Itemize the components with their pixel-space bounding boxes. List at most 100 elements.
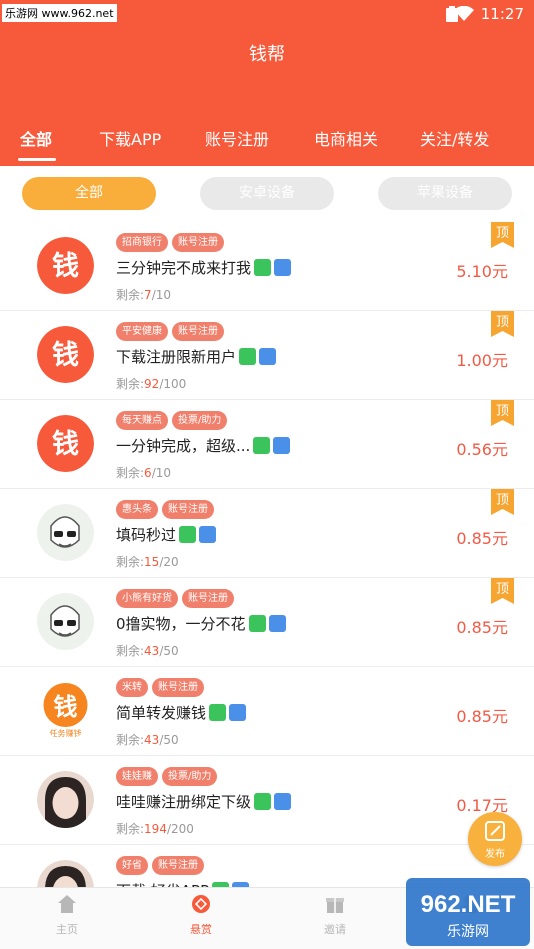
tab-download-app[interactable]: 下载APP — [99, 126, 161, 150]
task-tags: 米转 账号注册 — [116, 675, 208, 697]
task-avatar: 钱 — [37, 237, 94, 294]
task-remaining: 剩余:194/200 — [116, 820, 194, 837]
filter-android-button[interactable]: 安卓设备 — [200, 177, 334, 210]
android-icon — [179, 526, 197, 543]
task-reward-price: 0.85元 — [456, 707, 508, 726]
gift-icon — [326, 898, 344, 913]
task-title-text: 三分钟完不成来打我 — [116, 259, 252, 277]
battery-icon — [446, 6, 458, 22]
remaining-label: 剩余: — [116, 822, 145, 836]
task-tags: 惠头条 账号注册 — [116, 497, 218, 519]
svg-text:乐游网: 乐游网 — [447, 924, 489, 940]
task-avatar: 钱任务赚钱 — [37, 682, 94, 739]
task-row[interactable]: 钱 每天赚点 投票/助力 一分钟完成，超级... 剩余:6/10 0.56元 顶 — [0, 400, 534, 489]
task-tag: 账号注册 — [172, 233, 224, 252]
task-avatar: 钱 — [37, 326, 94, 383]
nav-reward[interactable]: 悬赏 — [166, 894, 236, 937]
tab-account-register[interactable]: 账号注册 — [205, 126, 269, 150]
pinned-badge-icon: 顶 — [491, 222, 514, 248]
task-title-text: 0撸实物，一分不花 — [116, 615, 246, 633]
task-row[interactable]: 惠头条 账号注册 填码秒过 剩余:15/20 0.85元 顶 — [0, 489, 534, 578]
svg-text:钱: 钱 — [52, 251, 79, 282]
remaining-total: /50 — [159, 733, 179, 747]
svg-text:钱: 钱 — [54, 693, 78, 721]
task-row[interactable]: 钱 平安健康 账号注册 下载注册限新用户 剩余:92/100 1.00元 顶 — [0, 311, 534, 400]
task-list: 钱招商银行 账号注册 三分钟完不成来打我 剩余:7/10 5.10元顶钱平安健康 账号注册… — [0, 222, 534, 887]
app-screen: 乐游网 www.962.net 11:27 钱帮 全部 下载APP 账号注册 电… — [0, 0, 534, 949]
task-tags: 招商银行 账号注册 — [116, 230, 228, 252]
task-tag: 账号注册 — [162, 500, 214, 519]
nav-reward-label: 悬赏 — [190, 923, 212, 936]
nav-home-label: 主页 — [56, 923, 78, 936]
active-tab-indicator — [18, 158, 56, 161]
task-row[interactable]: 钱任务赚钱 米转 账号注册 简单转发赚钱 剩余:43/50 0.85元 — [0, 667, 534, 756]
remaining-total: /10 — [151, 466, 171, 480]
apple-icon — [268, 615, 286, 632]
task-title-text: 哇哇赚注册绑定下级 — [116, 793, 252, 811]
task-tag: 账号注册 — [182, 589, 234, 608]
tab-all[interactable]: 全部 — [20, 126, 52, 150]
filter-ios-button[interactable]: 苹果设备 — [378, 177, 512, 210]
task-tag: 平安健康 — [116, 322, 168, 341]
task-avatar — [37, 504, 94, 561]
svg-text:顶: 顶 — [496, 404, 509, 419]
task-remaining: 剩余:7/10 — [116, 286, 171, 303]
remaining-label: 剩余: — [116, 288, 145, 302]
task-tag: 娃娃赚 — [116, 767, 158, 786]
task-tag: 米转 — [116, 678, 148, 697]
nav-invite-label: 邀请 — [324, 923, 346, 936]
reward-icon — [192, 895, 210, 913]
task-avatar: 钱 — [37, 415, 94, 472]
task-tags: 平安健康 账号注册 — [116, 319, 228, 341]
task-reward-price: 1.00元 — [456, 351, 508, 370]
task-remaining: 剩余:92/100 — [116, 375, 186, 392]
filter-all-button[interactable]: 全部 — [22, 177, 156, 210]
device-filter-bar: 全部 安卓设备 苹果设备 — [0, 166, 534, 222]
nav-home[interactable]: 主页 — [32, 894, 102, 937]
pinned-badge-icon: 顶 — [491, 578, 514, 604]
svg-text:顶: 顶 — [496, 493, 509, 508]
nav-invite[interactable]: 邀请 — [300, 894, 370, 937]
task-row[interactable]: 钱 招商银行 账号注册 三分钟完不成来打我 剩余:7/10 5.10元 顶 — [0, 222, 534, 311]
task-reward-price: 0.56元 — [456, 440, 508, 459]
apple-icon — [259, 348, 277, 365]
remaining-label: 剩余: — [116, 733, 145, 747]
android-icon — [253, 437, 271, 454]
task-title-text: 下载注册限新用户 — [116, 348, 237, 366]
task-title-text: 一分钟完成，超级... — [116, 437, 251, 455]
remaining-count: 194 — [144, 822, 167, 836]
svg-text:顶: 顶 — [496, 582, 509, 597]
apple-icon — [199, 526, 217, 543]
task-tags: 娃娃赚 投票/助力 — [116, 764, 221, 786]
remaining-total: /50 — [159, 644, 179, 658]
task-tag: 账号注册 — [152, 678, 204, 697]
apple-icon — [274, 793, 292, 810]
task-tags: 小熊有好货 账号注册 — [116, 586, 238, 608]
status-time: 11:27 — [480, 5, 524, 23]
apple-icon — [274, 259, 292, 276]
remaining-count: 7 — [144, 288, 152, 302]
watermark-logo: 962.NET 乐游网 — [406, 878, 530, 946]
remaining-label: 剩余: — [116, 466, 145, 480]
task-tags: 好省 账号注册 — [116, 853, 208, 875]
tab-follow-share[interactable]: 关注/转发 — [420, 126, 489, 150]
remaining-count: 15 — [144, 555, 160, 569]
header: 乐游网 www.962.net 11:27 钱帮 全部 下载APP 账号注册 电… — [0, 0, 534, 166]
pinned-badge-icon: 顶 — [491, 489, 514, 515]
remaining-label: 剩余: — [116, 377, 145, 391]
task-title-text: 填码秒过 — [116, 526, 177, 544]
task-avatar — [37, 860, 94, 887]
task-tag: 招商银行 — [116, 233, 168, 252]
task-row[interactable]: 娃娃赚 投票/助力 哇哇赚注册绑定下级 剩余:194/200 0.17元 — [0, 756, 534, 845]
svg-text:顶: 顶 — [496, 226, 509, 241]
publish-label: 发布 — [485, 849, 505, 860]
task-avatar — [37, 771, 94, 828]
remaining-label: 剩余: — [116, 555, 145, 569]
publish-button[interactable]: 发布 — [468, 812, 522, 866]
remaining-total: /10 — [151, 288, 171, 302]
task-row[interactable]: 小熊有好货 账号注册 0撸实物，一分不花 剩余:43/50 0.85元 顶 — [0, 578, 534, 667]
tab-ecommerce[interactable]: 电商相关 — [314, 126, 378, 150]
svg-text:钱: 钱 — [52, 340, 79, 371]
task-tag: 每天赚点 — [116, 411, 168, 430]
remaining-total: /20 — [159, 555, 179, 569]
